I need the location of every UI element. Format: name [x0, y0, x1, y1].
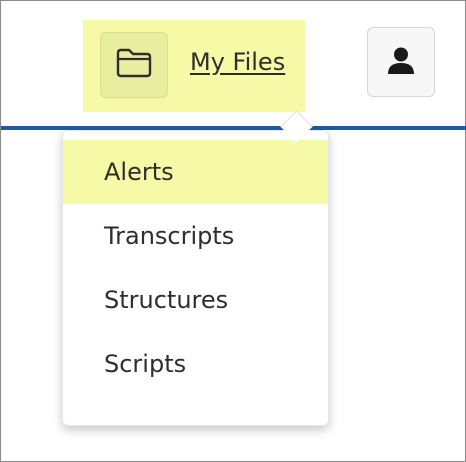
- my-files-dropdown-menu: Alerts Transcripts Structures Scripts: [62, 130, 329, 426]
- folder-icon: [115, 47, 153, 83]
- menu-item-structures[interactable]: Structures: [63, 268, 328, 332]
- user-account-button[interactable]: [367, 27, 435, 97]
- menu-item-transcripts[interactable]: Transcripts: [63, 204, 328, 268]
- menu-item-scripts[interactable]: Scripts: [63, 332, 328, 396]
- folder-button[interactable]: [100, 32, 168, 98]
- menu-item-alerts[interactable]: Alerts: [63, 140, 328, 204]
- user-icon: [386, 45, 416, 79]
- my-files-link[interactable]: My Files: [190, 45, 285, 79]
